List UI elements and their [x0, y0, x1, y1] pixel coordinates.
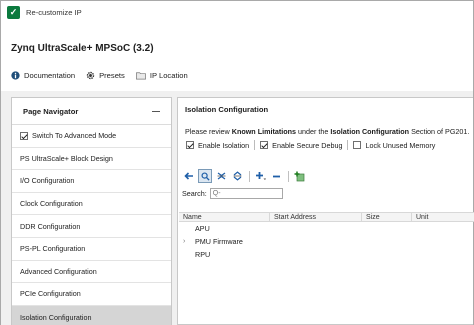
checkbox-checked-icon: [186, 141, 194, 149]
toolbar-divider: [288, 170, 289, 182]
ip-location-link[interactable]: IP Location: [135, 71, 188, 80]
navigator-list: Switch To Advanced Mode PS UltraScale+ B…: [12, 125, 171, 325]
isolation-configuration-panel: Isolation Configuration Please review Kn…: [177, 97, 474, 325]
isolation-options: Enable Isolation Enable Secure Debug Loc…: [186, 140, 435, 150]
table-row[interactable]: RPU: [179, 248, 474, 261]
address-table: Name Start Address Size Unit APU › PMU F…: [179, 212, 474, 261]
page-navigator-header: Page Navigator: [12, 98, 171, 125]
page-navigator: Page Navigator Switch To Advanced Mode P…: [11, 97, 172, 325]
search-input[interactable]: [209, 188, 283, 199]
divider: [347, 140, 349, 150]
ip-name: Zynq UltraScale+ MPSoC (3.2): [11, 43, 154, 54]
review-text: Please review: [185, 127, 232, 136]
main-area: Page Navigator Switch To Advanced Mode P…: [1, 91, 474, 325]
nav-item-pcie-configuration[interactable]: PCIe Configuration: [12, 283, 171, 306]
toolbar-divider: [249, 170, 250, 182]
review-text: Section of PG201.: [409, 127, 470, 136]
row-name-cell: RPU: [179, 250, 270, 259]
ip-header: Zynq UltraScale+ MPSoC (3.2) Documentati…: [1, 24, 473, 91]
nav-item-label: DDR Configuration: [20, 221, 81, 231]
nav-item-ps-block-design[interactable]: PS UltraScale+ Block Design: [12, 148, 171, 171]
enable-isolation-label: Enable Isolation: [198, 140, 250, 150]
gear-icon: [86, 71, 95, 80]
info-icon: [11, 71, 20, 80]
table-row[interactable]: APU: [179, 222, 474, 235]
documentation-link[interactable]: Documentation: [11, 71, 75, 80]
nav-item-ddr-configuration[interactable]: DDR Configuration: [12, 215, 171, 238]
row-name-cell: APU: [179, 224, 270, 233]
nav-item-advanced-configuration[interactable]: Advanced Configuration: [12, 261, 171, 284]
checkbox-unchecked-icon: [353, 141, 362, 149]
table-row[interactable]: › PMU Firmware: [179, 235, 474, 248]
row-name: RPU: [195, 250, 211, 259]
nav-item-label: PS UltraScale+ Block Design: [20, 153, 113, 163]
title-bar: ✓ Re-customize IP: [1, 1, 473, 24]
column-header-unit[interactable]: Unit: [412, 213, 474, 221]
folder-icon: [135, 71, 146, 80]
documentation-label: Documentation: [24, 71, 76, 80]
search-bar: Search:: [182, 188, 283, 199]
divider: [254, 140, 256, 150]
enable-secure-debug-label: Enable Secure Debug: [272, 140, 343, 150]
nav-item-label: PS-PL Configuration: [20, 244, 86, 254]
nav-item-clock-configuration[interactable]: Clock Configuration: [12, 193, 171, 216]
table-toolbar: [182, 169, 308, 183]
ip-location-label: IP Location: [149, 71, 188, 80]
add-config-icon[interactable]: [292, 169, 306, 183]
collapse-all-icon[interactable]: [214, 169, 228, 183]
nav-item-io-configuration[interactable]: I/O Configuration: [12, 170, 171, 193]
switch-advanced-mode-checkbox[interactable]: Switch To Advanced Mode: [12, 125, 171, 148]
row-name-cell: › PMU Firmware: [179, 237, 270, 246]
page-navigator-title: Page Navigator: [23, 106, 79, 116]
nav-item-label: Clock Configuration: [20, 199, 83, 209]
table-header: Name Start Address Size Unit: [179, 212, 474, 222]
column-header-name[interactable]: Name: [179, 213, 270, 221]
add-icon[interactable]: [253, 169, 267, 183]
back-arrow-icon[interactable]: [182, 169, 196, 183]
enable-isolation-checkbox[interactable]: Enable Isolation: [186, 141, 249, 150]
nav-item-ps-pl-configuration[interactable]: PS-PL Configuration: [12, 238, 171, 261]
row-name: APU: [195, 224, 210, 233]
column-header-size[interactable]: Size: [362, 213, 412, 221]
checkbox-checked-icon: [260, 141, 269, 149]
panel-title: Isolation Configuration: [185, 105, 269, 114]
minimize-icon[interactable]: [152, 110, 160, 112]
enable-secure-debug-checkbox[interactable]: Enable Secure Debug: [260, 141, 342, 150]
nav-item-label: Isolation Configuration: [20, 312, 92, 322]
chevron-right-icon[interactable]: ›: [183, 238, 191, 245]
lock-unused-memory-label: Lock Unused Memory: [365, 140, 436, 150]
review-text: under the: [296, 127, 331, 136]
search-icon[interactable]: [198, 169, 212, 183]
nav-item-label: I/O Configuration: [20, 176, 75, 186]
checkbox-checked-icon: [20, 131, 28, 140]
search-field[interactable]: [212, 190, 269, 197]
presets-label: Presets: [99, 71, 125, 80]
presets-link[interactable]: Presets: [86, 71, 125, 80]
expand-all-icon[interactable]: [230, 169, 244, 183]
header-links: Documentation Presets IP Location: [11, 71, 199, 80]
window-title: Re-customize IP: [26, 8, 82, 17]
switch-advanced-mode-label: Switch To Advanced Mode: [32, 131, 117, 141]
lock-unused-memory-checkbox[interactable]: Lock Unused Memory: [353, 141, 435, 150]
column-header-start-address[interactable]: Start Address: [270, 213, 362, 221]
nav-item-label: Advanced Configuration: [20, 266, 97, 276]
search-label: Search:: [182, 189, 207, 198]
row-name: PMU Firmware: [195, 237, 243, 246]
nav-item-label: PCIe Configuration: [20, 289, 81, 299]
isolation-configuration-text: Isolation Configuration: [330, 127, 410, 136]
remove-icon[interactable]: [269, 169, 283, 183]
vivado-logo-icon: ✓: [7, 6, 20, 19]
review-notice: Please review Known Limitations under th…: [185, 127, 469, 136]
nav-item-isolation-configuration[interactable]: Isolation Configuration: [12, 305, 171, 325]
recustomize-ip-window: ✓ Re-customize IP Zynq UltraScale+ MPSoC…: [0, 0, 474, 325]
known-limitations-text: Known Limitations: [231, 127, 297, 136]
